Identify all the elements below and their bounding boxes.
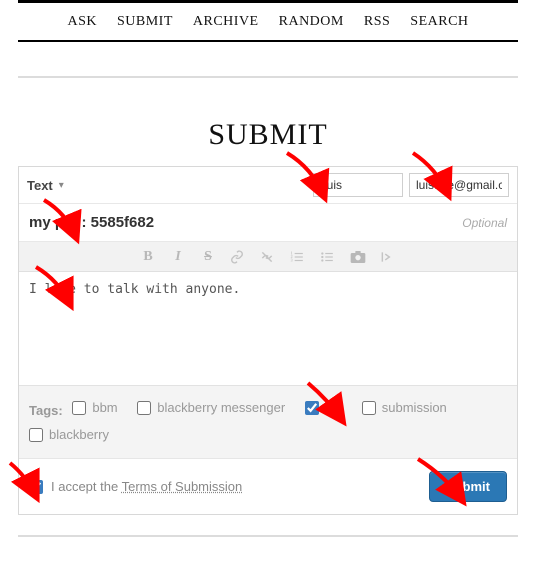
tag-bbm[interactable]: bbm	[72, 396, 117, 420]
tags-section: Tags: bbm blackberry messenger pin submi…	[19, 385, 517, 458]
accept-row: I accept the Terms of Submission Submit	[19, 458, 517, 514]
tag-blackberry[interactable]: blackberry	[29, 423, 109, 447]
optional-label: Optional	[462, 216, 507, 230]
accept-checkbox[interactable]	[29, 480, 43, 494]
title-field[interactable]	[29, 214, 462, 231]
nav-ask[interactable]: ASK	[67, 14, 97, 30]
dropdown-icon[interactable]: ▾	[59, 180, 64, 191]
tags-label: Tags:	[29, 403, 63, 418]
tag-blackberry-messenger[interactable]: blackberry messenger	[137, 396, 285, 420]
divider-bottom	[18, 535, 518, 537]
top-nav: ASK SUBMIT ARCHIVE RANDOM RSS SEARCH	[18, 0, 518, 42]
nav-submit[interactable]: SUBMIT	[117, 14, 173, 30]
nav-archive[interactable]: ARCHIVE	[193, 14, 259, 30]
page-title: SUBMIT	[0, 118, 536, 152]
body-field[interactable]	[19, 272, 517, 382]
readmore-icon[interactable]	[380, 250, 396, 264]
svg-text:3: 3	[291, 257, 293, 262]
tag-pin[interactable]: pin	[305, 396, 342, 420]
bold-icon[interactable]: B	[140, 250, 156, 264]
terms-link[interactable]: Terms of Submission	[122, 479, 243, 494]
link-icon[interactable]	[230, 250, 246, 264]
tag-submission[interactable]: submission	[362, 396, 447, 420]
nav-search[interactable]: SEARCH	[410, 14, 468, 30]
image-icon[interactable]	[350, 250, 366, 264]
unlink-icon[interactable]	[260, 250, 276, 264]
email-field[interactable]	[409, 173, 509, 197]
ordered-list-icon[interactable]: 123	[290, 250, 306, 264]
strike-icon[interactable]: S	[200, 250, 216, 264]
unordered-list-icon[interactable]	[320, 250, 336, 264]
submit-form: Text ▾ Optional B I S 123 Tags	[18, 166, 518, 515]
accept-text: I accept the Terms of Submission	[51, 479, 242, 494]
nav-random[interactable]: RANDOM	[279, 14, 344, 30]
divider	[18, 76, 518, 78]
editor-toolbar: B I S 123	[19, 242, 517, 272]
post-type-label: Text	[27, 178, 53, 193]
name-field[interactable]	[313, 173, 403, 197]
nav-rss[interactable]: RSS	[364, 14, 390, 30]
italic-icon[interactable]: I	[170, 250, 186, 264]
submit-button[interactable]: Submit	[429, 471, 507, 502]
